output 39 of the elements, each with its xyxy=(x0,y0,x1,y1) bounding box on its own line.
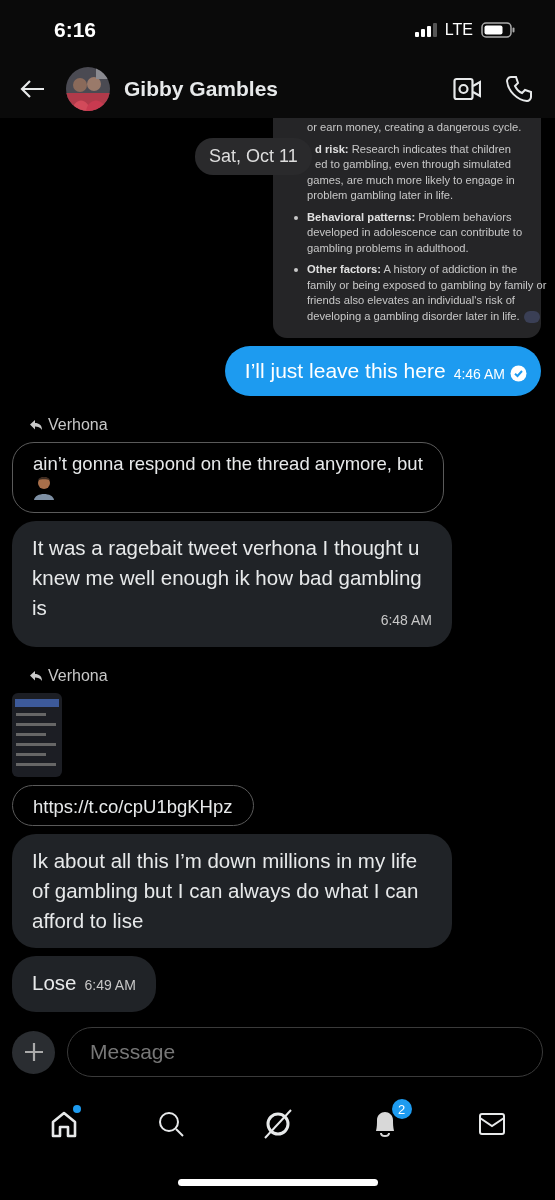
search-icon xyxy=(156,1110,185,1138)
message-text: I’ll just leave this here xyxy=(244,359,446,383)
text-line: ed to gambling, even through simulated xyxy=(314,157,512,172)
battery-icon xyxy=(481,22,515,38)
message-time: 6:49 AM xyxy=(84,977,136,993)
text-line: developed in adolescence can contribute to xyxy=(307,225,524,240)
message-text: Ik about all this I’m down millions in my life of gambling but I can always do what I can afford to lise xyxy=(32,849,419,932)
count-badge: 2 xyxy=(391,1099,412,1119)
add-button[interactable] xyxy=(12,1030,55,1074)
text-line: games, are much more likely to engage in xyxy=(307,172,516,188)
text-line: family or being exposed to gambling by family or xyxy=(307,277,547,293)
text-line: Other factors: A history of addiction in the xyxy=(307,262,519,277)
text-line: gambling problems in adulthood. xyxy=(307,240,470,256)
plus-icon xyxy=(22,1041,45,1063)
text-line: or earn money, creating a dangerous cycle. xyxy=(307,120,523,135)
reply-label: Verhona xyxy=(48,416,108,434)
message-time: 4:46 AM xyxy=(453,365,505,382)
text-line: d risk: Research indicates that children xyxy=(314,141,512,157)
slashed-circle-icon xyxy=(261,1108,294,1140)
text-line: Behavioral patterns: Problem behaviors xyxy=(307,209,513,225)
message-text: Lose xyxy=(32,971,77,994)
text-line: problem gambling later in life. xyxy=(307,188,455,203)
text-line: friends also elevates an individual's risk of xyxy=(307,293,516,308)
back-arrow-icon[interactable] xyxy=(20,79,46,99)
contact-name: Gibby Gambles xyxy=(124,77,280,101)
status-time: 6:16 xyxy=(54,18,97,42)
reply-label: Verhona xyxy=(48,667,108,685)
text-line: developing a gambling disorder later in life. xyxy=(307,308,547,324)
date-pill: Sat, Oct 11 xyxy=(195,138,312,175)
quoted-message[interactable]: ain’t gonna respond on the thread anymore, but xyxy=(12,442,444,513)
video-call-icon[interactable] xyxy=(453,77,481,101)
link-chip-icon xyxy=(523,310,540,323)
signal-icon xyxy=(414,23,437,37)
message-field[interactable]: Message xyxy=(67,1027,543,1077)
mail-icon xyxy=(477,1111,506,1137)
phone-icon[interactable] xyxy=(505,75,533,103)
reply-icon xyxy=(30,419,42,431)
network-label: LTE xyxy=(444,21,473,39)
reply-icon xyxy=(30,670,42,682)
